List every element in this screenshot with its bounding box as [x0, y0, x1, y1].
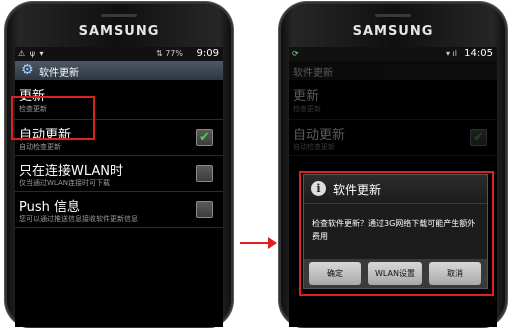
gear-icon: ⚙ — [21, 62, 34, 78]
checkbox-checked: ✔ — [470, 129, 487, 146]
left-screen: ⚠ ψ ▾ ⇅ 77% 9:09 ⚙ 软件更新 更新 检查更新 自动更新 自动检… — [15, 47, 223, 327]
clock: 9:09 — [196, 48, 219, 59]
item-title: 自动更新 — [293, 128, 346, 143]
arrow-right-icon — [268, 237, 277, 249]
checkbox-checked[interactable]: ✔ — [196, 129, 213, 146]
list-item-update: 更新 检查更新 — [289, 81, 497, 120]
notification-icons: ⚠ ψ ▾ — [18, 49, 45, 58]
speaker-grille — [101, 14, 137, 17]
item-subtitle: 您可以通过推送信息接收软件更新信息 — [19, 215, 138, 223]
brand-logo: SAMSUNG — [78, 24, 160, 39]
app-title: 软件更新 — [293, 68, 333, 79]
list-item-push[interactable]: Push 信息 您可以通过推送信息接收软件更新信息 — [15, 192, 223, 228]
app-titlebar: 软件更新 — [289, 61, 497, 80]
item-subtitle: 自动检查更新 — [19, 143, 61, 151]
brand-logo: SAMSUNG — [352, 24, 434, 39]
signal-battery-text: ⇅ 77% — [155, 49, 183, 58]
list-item-wlan-only[interactable]: 只在连接WLAN时 仅当通过WLAN连接时可下载 — [15, 156, 223, 192]
checkbox-unchecked[interactable] — [196, 201, 213, 218]
sync-icon: ⟳ — [292, 49, 300, 58]
clock: 14:05 — [464, 48, 493, 59]
signal-icons: ▾ ıl — [445, 49, 457, 58]
item-subtitle: 自动检查更新 — [293, 143, 335, 151]
highlight-box — [11, 96, 95, 140]
item-subtitle: 检查更新 — [293, 105, 321, 113]
arrow-shaft — [240, 242, 270, 244]
item-title: 更新 — [293, 89, 320, 104]
item-title: Push 信息 — [19, 200, 80, 215]
item-title: 只在连接WLAN时 — [19, 164, 124, 179]
speaker-grille — [375, 14, 411, 17]
item-subtitle: 仅当通过WLAN连接时可下载 — [19, 179, 111, 187]
checkbox-unchecked[interactable] — [196, 165, 213, 182]
app-title: 软件更新 — [39, 68, 79, 79]
app-titlebar: ⚙ 软件更新 — [15, 61, 223, 80]
status-bar: ⚠ ψ ▾ ⇅ 77% 9:09 — [15, 47, 223, 61]
list-item-auto-update: 自动更新 自动检查更新 ✔ — [289, 120, 497, 156]
highlight-box — [299, 171, 494, 296]
status-bar: ⟳ ▾ ıl 14:05 — [289, 47, 497, 61]
left-phone: SAMSUNG ⚠ ψ ▾ ⇅ 77% 9:09 ⚙ 软件更新 更新 检查更新 … — [5, 2, 233, 328]
